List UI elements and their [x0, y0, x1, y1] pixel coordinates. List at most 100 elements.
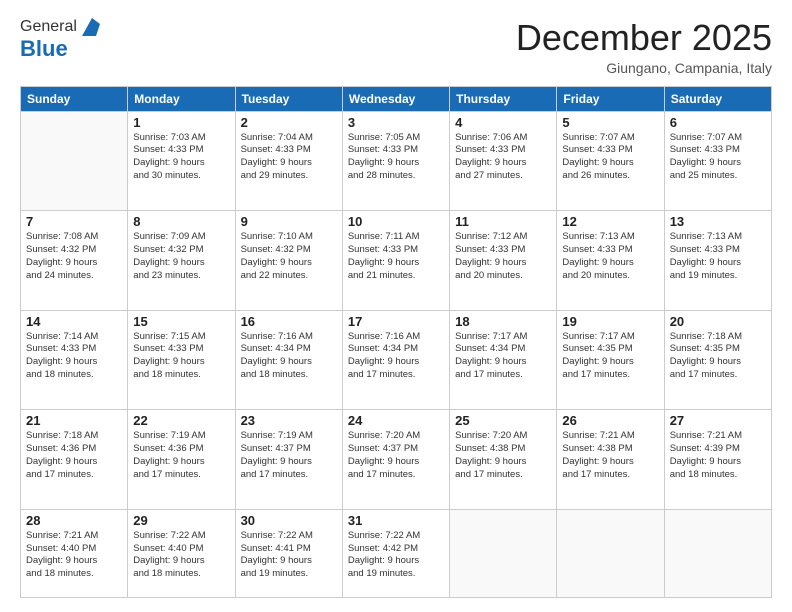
day-info: Sunrise: 7:11 AMSunset: 4:33 PMDaylight:… [348, 231, 444, 282]
calendar-cell: 26 Sunrise: 7:21 AMSunset: 4:38 PMDayligh… [557, 410, 664, 510]
day-info: Sunrise: 7:03 AMSunset: 4:33 PMDaylight:… [133, 132, 229, 183]
day-number: 10 [348, 214, 444, 229]
day-info: Sunrise: 7:21 AMSunset: 4:38 PMDaylight:… [562, 430, 658, 481]
day-number: 12 [562, 214, 658, 229]
calendar-cell: 6 Sunrise: 7:07 AMSunset: 4:33 PMDaylight… [664, 111, 771, 211]
day-header-row: SundayMondayTuesdayWednesdayThursdayFrid… [21, 86, 772, 111]
day-info: Sunrise: 7:04 AMSunset: 4:33 PMDaylight:… [241, 132, 337, 183]
calendar-cell: 14 Sunrise: 7:14 AMSunset: 4:33 PMDayligh… [21, 310, 128, 410]
calendar-cell [664, 509, 771, 597]
day-info: Sunrise: 7:15 AMSunset: 4:33 PMDaylight:… [133, 331, 229, 382]
day-number: 20 [670, 314, 766, 329]
day-number: 26 [562, 413, 658, 428]
day-number: 15 [133, 314, 229, 329]
calendar-cell [450, 509, 557, 597]
day-number: 23 [241, 413, 337, 428]
calendar-cell: 3 Sunrise: 7:05 AMSunset: 4:33 PMDaylight… [342, 111, 449, 211]
col-header-saturday: Saturday [664, 86, 771, 111]
day-number: 19 [562, 314, 658, 329]
day-number: 13 [670, 214, 766, 229]
day-info: Sunrise: 7:13 AMSunset: 4:33 PMDaylight:… [670, 231, 766, 282]
calendar-cell [557, 509, 664, 597]
col-header-monday: Monday [128, 86, 235, 111]
calendar-cell: 5 Sunrise: 7:07 AMSunset: 4:33 PMDaylight… [557, 111, 664, 211]
calendar-cell: 24 Sunrise: 7:20 AMSunset: 4:37 PMDayligh… [342, 410, 449, 510]
calendar-cell [21, 111, 128, 211]
day-info: Sunrise: 7:05 AMSunset: 4:33 PMDaylight:… [348, 132, 444, 183]
day-info: Sunrise: 7:22 AMSunset: 4:40 PMDaylight:… [133, 530, 229, 581]
week-row-1: 1Sunrise: 7:03 AMSunset: 4:33 PMDaylight… [21, 111, 772, 211]
col-header-tuesday: Tuesday [235, 86, 342, 111]
calendar-cell: 15 Sunrise: 7:15 AMSunset: 4:33 PMDayligh… [128, 310, 235, 410]
calendar-cell: 27 Sunrise: 7:21 AMSunset: 4:39 PMDayligh… [664, 410, 771, 510]
day-info: Sunrise: 7:20 AMSunset: 4:37 PMDaylight:… [348, 430, 444, 481]
day-info: Sunrise: 7:12 AMSunset: 4:33 PMDaylight:… [455, 231, 551, 282]
day-info: Sunrise: 7:14 AMSunset: 4:33 PMDaylight:… [26, 331, 122, 382]
week-row-2: 7Sunrise: 7:08 AMSunset: 4:32 PMDaylight… [21, 211, 772, 311]
day-number: 27 [670, 413, 766, 428]
day-number: 28 [26, 513, 122, 528]
day-info: Sunrise: 7:21 AMSunset: 4:39 PMDaylight:… [670, 430, 766, 481]
week-row-3: 14 Sunrise: 7:14 AMSunset: 4:33 PMDayligh… [21, 310, 772, 410]
day-number: 3 [348, 115, 444, 130]
day-number: 22 [133, 413, 229, 428]
day-number: 8 [133, 214, 229, 229]
calendar-cell: 16Sunrise: 7:16 AMSunset: 4:34 PMDayligh… [235, 310, 342, 410]
calendar-cell: 30 Sunrise: 7:22 AMSunset: 4:41 PMDayligh… [235, 509, 342, 597]
calendar-cell: 9 Sunrise: 7:10 AMSunset: 4:32 PMDaylight… [235, 211, 342, 311]
day-number: 25 [455, 413, 551, 428]
day-info: Sunrise: 7:21 AMSunset: 4:40 PMDaylight:… [26, 530, 122, 581]
day-number: 21 [26, 413, 122, 428]
col-header-sunday: Sunday [21, 86, 128, 111]
calendar-cell: 8 Sunrise: 7:09 AMSunset: 4:32 PMDaylight… [128, 211, 235, 311]
calendar-cell: 11 Sunrise: 7:12 AMSunset: 4:33 PMDayligh… [450, 211, 557, 311]
col-header-wednesday: Wednesday [342, 86, 449, 111]
day-info: Sunrise: 7:17 AMSunset: 4:34 PMDaylight:… [455, 331, 551, 382]
day-info: Sunrise: 7:17 AMSunset: 4:35 PMDaylight:… [562, 331, 658, 382]
calendar-cell: 2 Sunrise: 7:04 AMSunset: 4:33 PMDaylight… [235, 111, 342, 211]
calendar-table: SundayMondayTuesdayWednesdayThursdayFrid… [20, 86, 772, 598]
day-number: 14 [26, 314, 122, 329]
day-number: 4 [455, 115, 551, 130]
calendar-cell: 18 Sunrise: 7:17 AMSunset: 4:34 PMDayligh… [450, 310, 557, 410]
title-section: December 2025 Giungano, Campania, Italy [516, 18, 772, 76]
calendar-cell: 31Sunrise: 7:22 AMSunset: 4:42 PMDayligh… [342, 509, 449, 597]
col-header-thursday: Thursday [450, 86, 557, 111]
day-info: Sunrise: 7:06 AMSunset: 4:33 PMDaylight:… [455, 132, 551, 183]
calendar-cell: 23Sunrise: 7:19 AMSunset: 4:37 PMDayligh… [235, 410, 342, 510]
page: General Blue December 2025 Giungano, Cam… [0, 0, 792, 612]
week-row-4: 21Sunrise: 7:18 AMSunset: 4:36 PMDayligh… [21, 410, 772, 510]
day-number: 9 [241, 214, 337, 229]
day-info: Sunrise: 7:07 AMSunset: 4:33 PMDaylight:… [670, 132, 766, 183]
day-number: 18 [455, 314, 551, 329]
day-info: Sunrise: 7:08 AMSunset: 4:32 PMDaylight:… [26, 231, 122, 282]
calendar-cell: 28 Sunrise: 7:21 AMSunset: 4:40 PMDayligh… [21, 509, 128, 597]
logo-blue-text: Blue [20, 36, 68, 62]
calendar-cell: 25Sunrise: 7:20 AMSunset: 4:38 PMDayligh… [450, 410, 557, 510]
week-row-5: 28 Sunrise: 7:21 AMSunset: 4:40 PMDayligh… [21, 509, 772, 597]
day-info: Sunrise: 7:09 AMSunset: 4:32 PMDaylight:… [133, 231, 229, 282]
day-info: Sunrise: 7:10 AMSunset: 4:32 PMDaylight:… [241, 231, 337, 282]
logo-triangle-icon [78, 18, 100, 36]
day-number: 6 [670, 115, 766, 130]
day-number: 30 [241, 513, 337, 528]
day-info: Sunrise: 7:07 AMSunset: 4:33 PMDaylight:… [562, 132, 658, 183]
day-number: 17 [348, 314, 444, 329]
calendar-cell: 29Sunrise: 7:22 AMSunset: 4:40 PMDayligh… [128, 509, 235, 597]
day-info: Sunrise: 7:22 AMSunset: 4:41 PMDaylight:… [241, 530, 337, 581]
day-number: 24 [348, 413, 444, 428]
calendar-cell: 19 Sunrise: 7:17 AMSunset: 4:35 PMDayligh… [557, 310, 664, 410]
day-info: Sunrise: 7:13 AMSunset: 4:33 PMDaylight:… [562, 231, 658, 282]
calendar-cell: 20Sunrise: 7:18 AMSunset: 4:35 PMDayligh… [664, 310, 771, 410]
calendar-cell: 21Sunrise: 7:18 AMSunset: 4:36 PMDayligh… [21, 410, 128, 510]
location: Giungano, Campania, Italy [516, 60, 772, 76]
day-info: Sunrise: 7:22 AMSunset: 4:42 PMDaylight:… [348, 530, 444, 581]
col-header-friday: Friday [557, 86, 664, 111]
day-number: 5 [562, 115, 658, 130]
day-number: 11 [455, 214, 551, 229]
day-number: 2 [241, 115, 337, 130]
calendar-cell: 10 Sunrise: 7:11 AMSunset: 4:33 PMDayligh… [342, 211, 449, 311]
calendar-cell: 17Sunrise: 7:16 AMSunset: 4:34 PMDayligh… [342, 310, 449, 410]
calendar-cell: 22Sunrise: 7:19 AMSunset: 4:36 PMDayligh… [128, 410, 235, 510]
header: General Blue December 2025 Giungano, Cam… [20, 18, 772, 76]
